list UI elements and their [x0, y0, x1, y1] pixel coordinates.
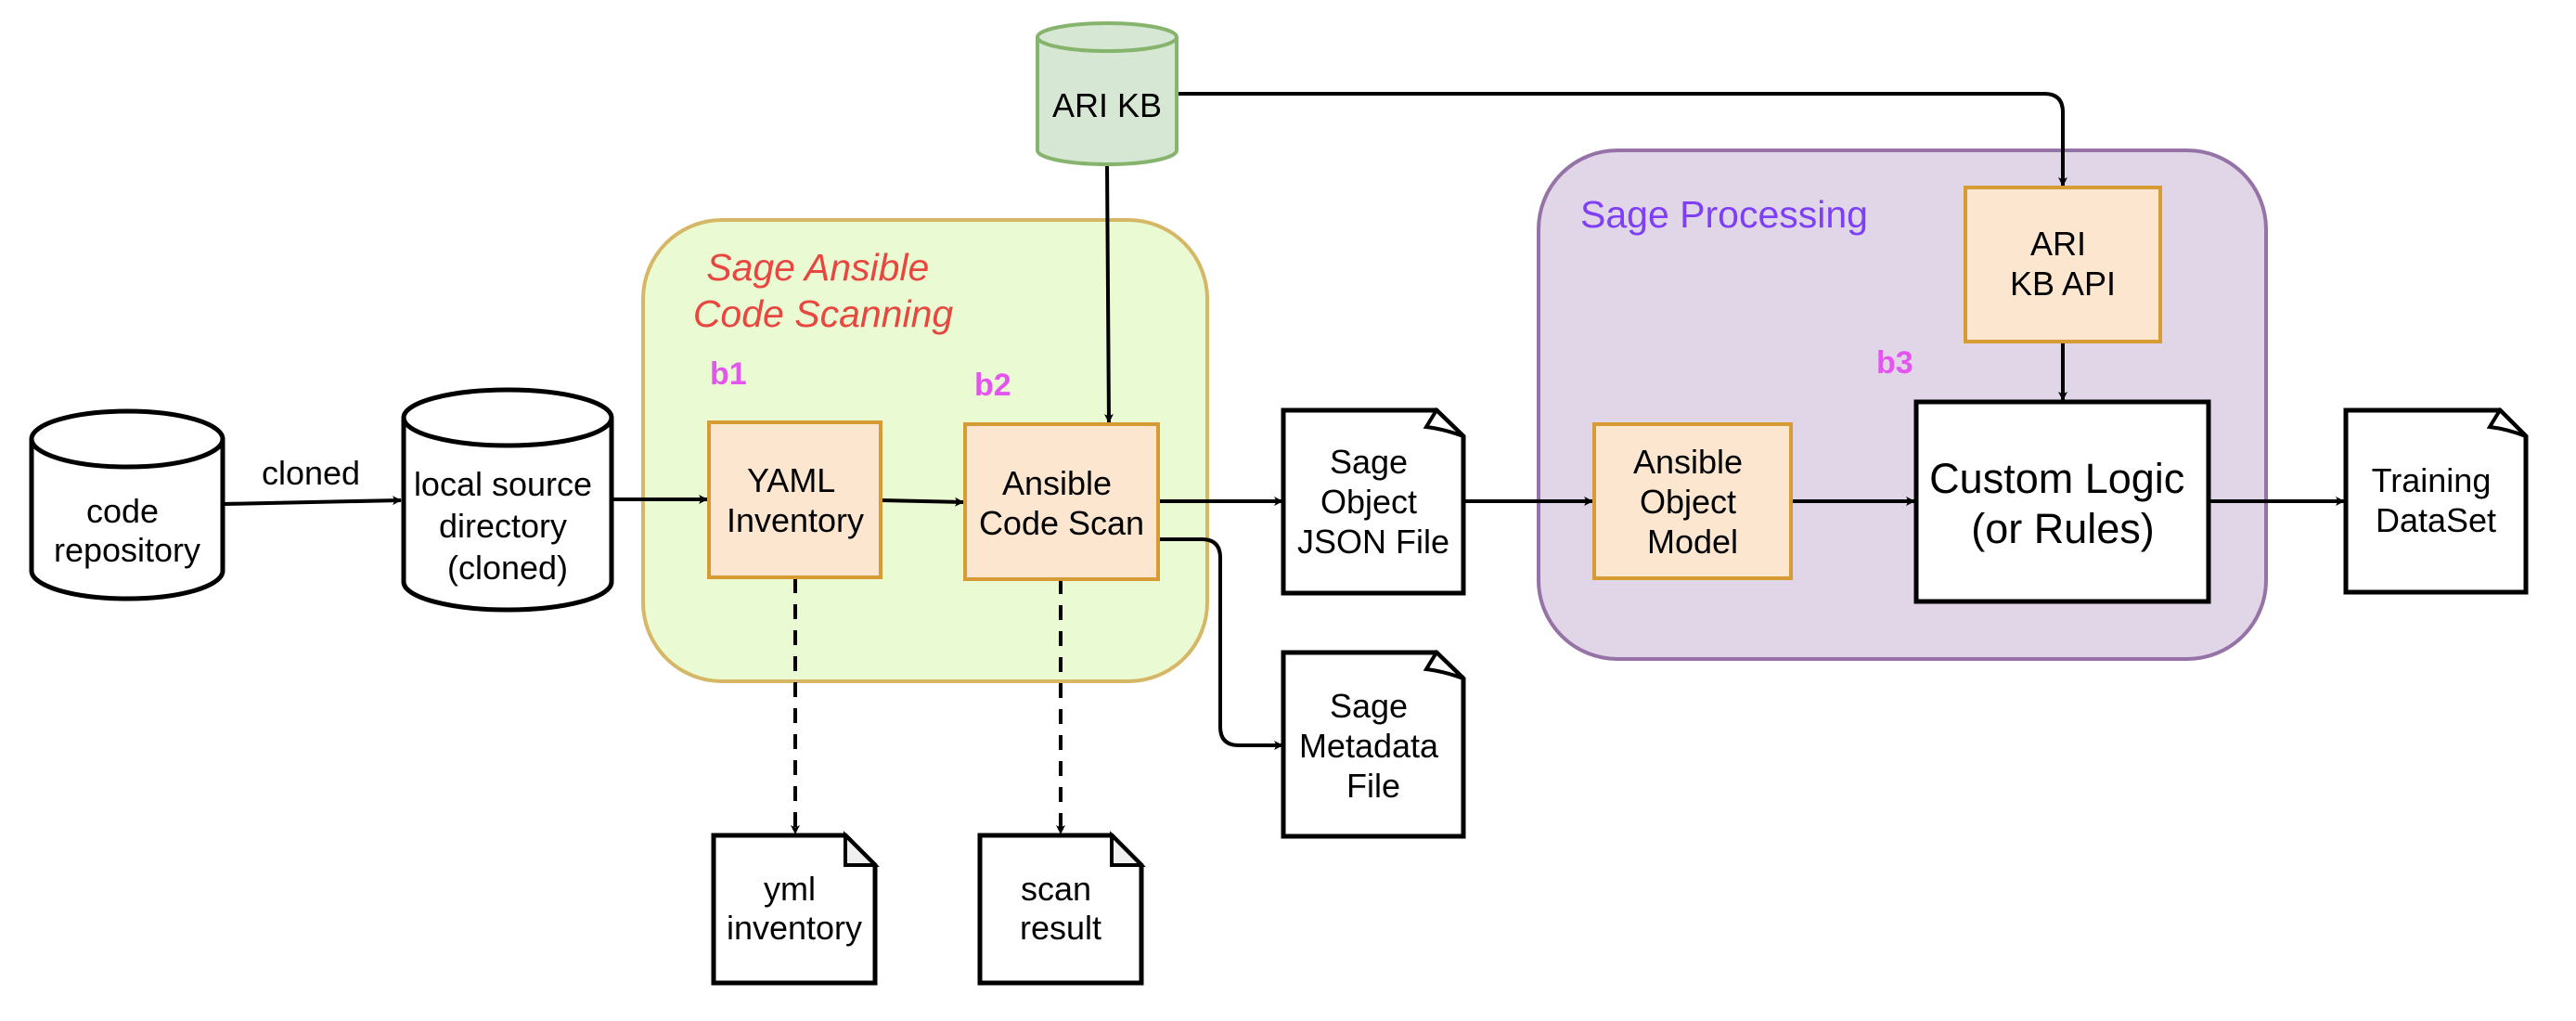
- node-local-source-directory[interactable]: local source directory (cloned): [401, 387, 614, 613]
- edge-code-repository-to-local-source: [222, 496, 402, 506]
- node-scan-result-label: scan result: [1020, 870, 1101, 947]
- edge-label-cloned: cloned: [262, 454, 360, 492]
- node-code-repository[interactable]: code repository: [29, 408, 225, 601]
- dog-ear-icon: [844, 831, 880, 867]
- database-icon-rim: [1036, 36, 1179, 53]
- node-ari-kb[interactable]: ARI KB: [1036, 21, 1179, 166]
- node-yaml-inventory[interactable]: YAML Inventory: [707, 420, 882, 579]
- node-sage-metadata-file[interactable]: Sage Metadata File: [1281, 649, 1466, 839]
- tag-b2: b2: [974, 368, 1011, 403]
- process-box: [707, 420, 882, 579]
- pipeline-diagram: Sage Ansible Code Scanning Sage Processi…: [29, 21, 2529, 986]
- node-ansible-object-model[interactable]: Ansible Object Model: [1592, 422, 1793, 580]
- tag-b1: b1: [710, 356, 747, 392]
- node-yml-inventory[interactable]: yml inventory: [711, 831, 880, 986]
- group-title-scanning-line1: Sage Ansible: [706, 246, 929, 289]
- node-scan-result[interactable]: scan result: [977, 831, 1146, 986]
- dog-ear-icon: [1110, 831, 1146, 867]
- node-ari-kb-label: ARI KB: [1052, 86, 1162, 124]
- edge-yaml-inventory-to-ansible-code-scan: [881, 497, 964, 507]
- node-sage-object-json-file[interactable]: Sage Object JSON File: [1281, 407, 1466, 596]
- node-ari-kb-api[interactable]: ARI KB API: [1964, 186, 2162, 343]
- group-title-scanning-line2: Code Scanning: [693, 292, 954, 335]
- node-custom-logic[interactable]: Custom Logic (or Rules): [1913, 399, 2211, 604]
- edge-ari-kb-to-ansible-code-scan: [1103, 163, 1114, 423]
- group-title-processing: Sage Processing: [1580, 193, 1868, 236]
- node-ansible-object-model-label: Ansible Object Model: [1633, 443, 1752, 561]
- node-ansible-code-scan[interactable]: Ansible Code Scan: [963, 422, 1160, 581]
- node-training-dataset[interactable]: Training DataSet: [2343, 407, 2529, 595]
- tag-b3: b3: [1876, 345, 1913, 381]
